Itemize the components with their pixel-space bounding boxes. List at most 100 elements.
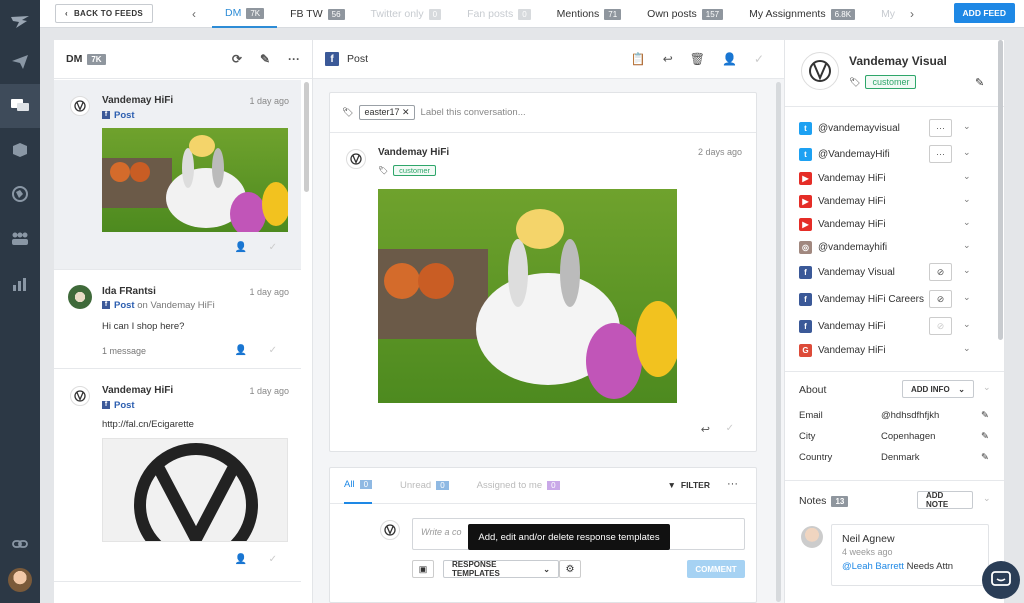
- account-row[interactable]: f Vandemay HiFi Careers: [799, 289, 989, 309]
- globe-icon[interactable]: [0, 172, 40, 216]
- clipboard-icon[interactable]: 📋: [631, 52, 646, 66]
- publish-icon[interactable]: [0, 40, 40, 84]
- chevron-down-icon[interactable]: ⌄: [963, 319, 971, 330]
- account-block-button[interactable]: ⊘: [929, 317, 952, 335]
- comment-tab-2[interactable]: Assigned to me 0: [477, 468, 560, 504]
- chevron-down-icon[interactable]: ⌄: [963, 217, 971, 228]
- comment-button[interactable]: COMMENT: [687, 560, 745, 578]
- facebook-icon: f: [102, 401, 110, 410]
- tab-0[interactable]: DM 7K: [212, 0, 278, 28]
- conversation-scrollbar[interactable]: [776, 82, 781, 602]
- add-feed-button[interactable]: ADD FEED: [953, 3, 1015, 23]
- assign-user-icon[interactable]: 👤: [235, 345, 247, 356]
- engage-icon[interactable]: [0, 84, 40, 128]
- note-card[interactable]: Neil Agnew 4 weeks ago @Leah Barrett Nee…: [831, 524, 989, 586]
- chevron-down-icon[interactable]: ⌄: [963, 194, 971, 205]
- profile-tag[interactable]: customer: [865, 75, 917, 89]
- tab-1[interactable]: FB TW 56: [277, 0, 357, 28]
- account-row[interactable]: t @VandemayHifi: [799, 144, 989, 164]
- link-preview-image[interactable]: [102, 438, 288, 542]
- chevron-down-icon[interactable]: ⌄: [983, 382, 991, 393]
- tab-2[interactable]: Twitter only 0: [358, 0, 455, 28]
- remove-tag-icon[interactable]: ✕: [402, 107, 410, 117]
- gear-icon[interactable]: ⚙: [559, 560, 581, 578]
- box-icon[interactable]: [0, 128, 40, 172]
- refresh-icon[interactable]: ⟳: [232, 52, 242, 66]
- profile-tag-row: 🏷 customer: [849, 75, 917, 89]
- edit-icon[interactable]: ✎: [260, 52, 270, 66]
- edit-icon[interactable]: ✎: [981, 452, 989, 463]
- post-tag[interactable]: customer: [393, 165, 436, 176]
- account-block-button[interactable]: ⊘: [929, 263, 952, 281]
- account-more-button[interactable]: ···: [929, 145, 952, 163]
- author-name: Vandemay HiFi: [102, 95, 174, 106]
- account-row[interactable]: G Vandemay HiFi: [799, 340, 989, 360]
- account-row[interactable]: f Vandemay Visual: [799, 262, 989, 282]
- account-block-button[interactable]: ⊘: [929, 290, 952, 308]
- chevron-down-icon[interactable]: ⌄: [963, 171, 971, 182]
- more-icon[interactable]: ···: [727, 478, 738, 490]
- account-row[interactable]: ▶ Vandemay HiFi: [799, 191, 989, 211]
- chevron-down-icon[interactable]: ⌄: [983, 493, 991, 504]
- list-item[interactable]: Vandemay HiFi 1 day ago f Post 👤 ✓: [54, 80, 301, 270]
- tab-6[interactable]: My Assignments 6.8K: [736, 0, 868, 28]
- image-upload-icon[interactable]: ▣: [412, 560, 434, 578]
- chevron-down-icon[interactable]: ⌄: [963, 121, 971, 132]
- comment-tab-1[interactable]: Unread 0: [400, 468, 449, 504]
- tabs-next-arrow-icon[interactable]: ›: [902, 0, 922, 28]
- about-key: Country: [799, 452, 833, 463]
- check-icon[interactable]: ✓: [269, 242, 277, 253]
- account-more-button[interactable]: ···: [929, 119, 952, 137]
- account-row[interactable]: f Vandemay HiFi: [799, 316, 989, 336]
- comment-tab-0[interactable]: All 0: [344, 468, 373, 504]
- tab-5[interactable]: Own posts 157: [634, 0, 736, 28]
- list-item[interactable]: Vandemay HiFi 1 day ago f Post http://fal…: [54, 370, 301, 582]
- chevron-down-icon[interactable]: ⌄: [963, 265, 971, 276]
- account-row[interactable]: ▶ Vandemay HiFi: [799, 168, 989, 188]
- chevron-down-icon[interactable]: ⌄: [963, 147, 971, 158]
- chevron-down-icon[interactable]: ⌄: [963, 292, 971, 303]
- label-input[interactable]: Label this conversation...: [421, 107, 526, 118]
- check-icon[interactable]: ✓: [269, 554, 277, 565]
- assign-user-icon[interactable]: 👤: [235, 554, 247, 565]
- edit-icon[interactable]: ✎: [981, 410, 989, 421]
- tabs-prev-arrow-icon[interactable]: ‹: [184, 0, 204, 28]
- logo-icon[interactable]: [0, 0, 40, 44]
- check-icon[interactable]: ✓: [726, 423, 734, 434]
- response-templates-button[interactable]: RESPONSE TEMPLATES ⌄: [443, 560, 559, 578]
- post-image[interactable]: [102, 128, 290, 236]
- team-icon[interactable]: [0, 216, 40, 260]
- back-to-feeds-button[interactable]: ‹ BACK TO FEEDS: [55, 4, 154, 23]
- assign-user-icon[interactable]: 👤: [722, 52, 737, 66]
- analytics-icon[interactable]: [0, 262, 40, 306]
- account-row[interactable]: ◎ @vandemayhifi: [799, 237, 989, 257]
- check-icon[interactable]: ✓: [754, 52, 764, 66]
- trash-icon[interactable]: 🗑: [690, 52, 705, 66]
- reply-icon[interactable]: ↩: [701, 423, 710, 436]
- check-icon[interactable]: ✓: [269, 345, 277, 356]
- tab-4[interactable]: Mentions 71: [544, 0, 635, 28]
- chevron-down-icon[interactable]: ⌄: [963, 240, 971, 251]
- profile-scrollbar[interactable]: [998, 40, 1003, 340]
- tab-3[interactable]: Fan posts 0: [454, 0, 544, 28]
- add-note-button[interactable]: ADD NOTE: [917, 491, 973, 509]
- reply-icon[interactable]: ↩: [663, 52, 673, 66]
- message-count: 1 message: [102, 346, 147, 356]
- account-row[interactable]: t @vandemayvisual: [799, 118, 989, 138]
- assign-user-icon[interactable]: 👤: [235, 242, 247, 253]
- conversation-tag[interactable]: easter17 ✕: [359, 105, 415, 120]
- twitter-icon: t: [799, 147, 812, 161]
- post-image[interactable]: [378, 189, 680, 403]
- edit-icon[interactable]: ✎: [981, 431, 989, 442]
- chevron-down-icon[interactable]: ⌄: [963, 343, 971, 354]
- avatar: [68, 285, 92, 309]
- chat-bubble-icon[interactable]: [982, 561, 1020, 599]
- feed-scrollbar[interactable]: [304, 82, 309, 192]
- filter-button[interactable]: ▼ FILTER: [667, 480, 710, 490]
- more-icon[interactable]: ···: [288, 52, 300, 66]
- edit-profile-icon[interactable]: ✎: [975, 76, 984, 89]
- list-item[interactable]: Ida FRantsi 1 day ago f Post on Vandemay …: [54, 271, 301, 369]
- account-row[interactable]: ▶ Vandemay HiFi: [799, 214, 989, 234]
- user-avatar[interactable]: [0, 558, 40, 602]
- add-info-button[interactable]: ADD INFO ⌄: [902, 380, 974, 398]
